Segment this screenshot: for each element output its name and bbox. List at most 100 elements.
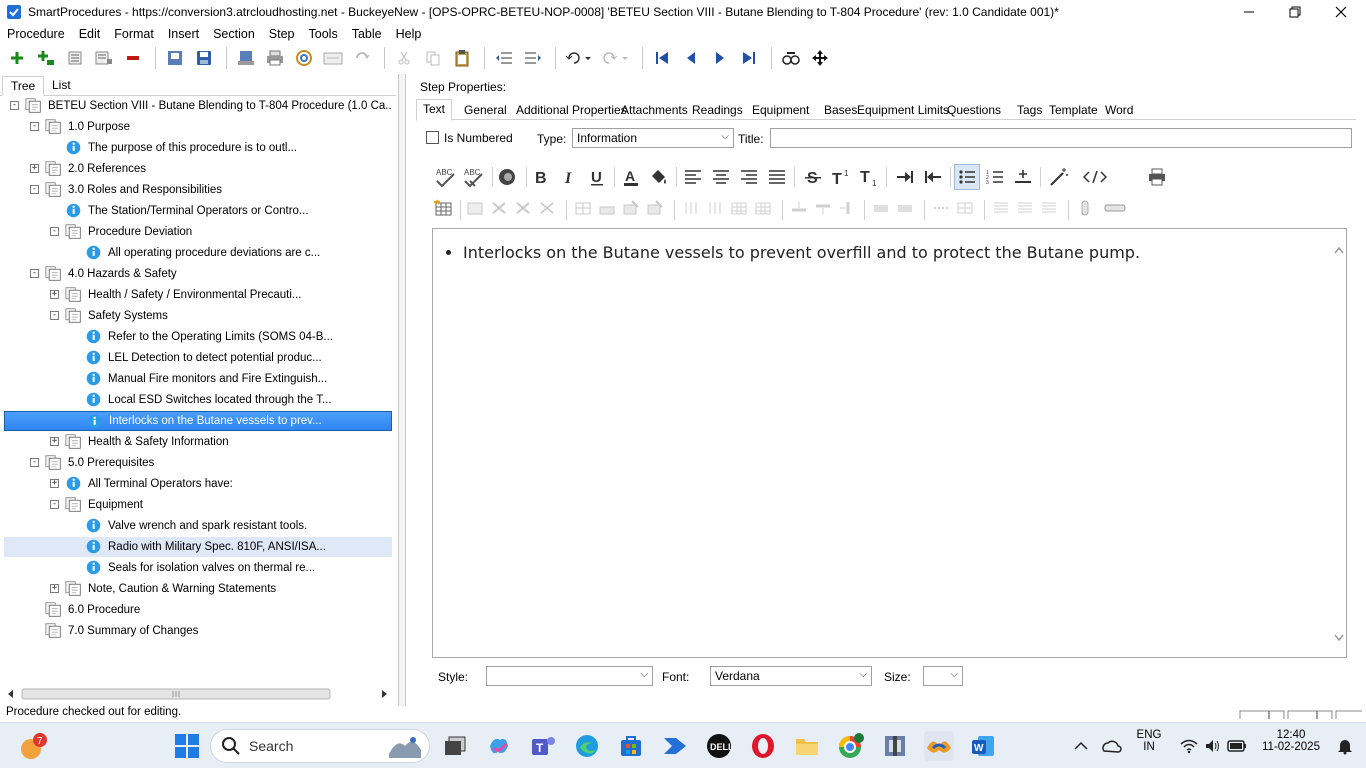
tree-horizontal-scrollbar[interactable] — [4, 686, 392, 702]
collapse-icon[interactable]: - — [50, 311, 59, 320]
store-button[interactable] — [616, 731, 646, 761]
tree-node[interactable]: - Procedure Deviation — [4, 222, 392, 242]
explorer-button[interactable] — [792, 731, 822, 761]
size-select[interactable]: ⌵ — [923, 666, 963, 686]
title-input[interactable] — [770, 128, 1352, 148]
tree-node[interactable]: - Equipment — [4, 495, 392, 515]
insert-table-button[interactable] — [432, 197, 454, 219]
editor-vertical-scrollbar[interactable] — [1332, 229, 1346, 657]
teams-button[interactable]: T — [528, 731, 558, 761]
strikethrough-button[interactable]: S — [800, 164, 826, 190]
tab-readings[interactable]: Readings — [686, 101, 749, 121]
tree-node[interactable]: + Health & Safety Information — [4, 432, 392, 452]
tree-node[interactable]: The Station/Terminal Operators or Contro… — [4, 201, 392, 221]
add-button[interactable] — [4, 46, 30, 70]
horizontal-line-button[interactable] — [1010, 164, 1036, 190]
delete-table-button[interactable] — [488, 197, 510, 219]
outdent-button[interactable] — [491, 46, 517, 70]
clear-format-button[interactable] — [1046, 164, 1072, 190]
tree-node[interactable]: - Safety Systems — [4, 306, 392, 326]
next-step-button[interactable] — [707, 46, 733, 70]
tree-node[interactable]: + Health / Safety / Environmental Precaut… — [4, 285, 392, 305]
underline-button[interactable]: U — [584, 164, 610, 190]
row-down-button[interactable] — [812, 197, 834, 219]
word-button[interactable]: W — [968, 731, 998, 761]
restore-button[interactable] — [1272, 0, 1318, 24]
tree-node[interactable]: Manual Fire monitors and Fire Extinguish… — [4, 369, 392, 389]
spellcheck-all-button[interactable]: ABC — [460, 164, 486, 190]
tree-node[interactable]: - 5.0 Prerequisites — [4, 453, 392, 473]
tree-node[interactable]: +2.0 References — [4, 159, 392, 179]
tab-equipment[interactable]: Equipment — [746, 101, 815, 121]
insert-row-below-button[interactable] — [752, 197, 774, 219]
menu-step[interactable]: Step — [262, 27, 302, 41]
table-border-button[interactable] — [930, 197, 952, 219]
type-select[interactable]: Information ⌵ — [572, 128, 734, 148]
dell-button[interactable]: DELL — [704, 731, 734, 761]
last-step-button[interactable] — [736, 46, 762, 70]
chrome-button[interactable] — [836, 731, 866, 761]
tree-node[interactable]: The purpose of this procedure is to outl… — [4, 138, 392, 158]
undo-button[interactable] — [562, 46, 596, 70]
collapse-icon[interactable]: - — [30, 185, 39, 194]
col-width-button[interactable] — [894, 197, 916, 219]
increase-indent-button[interactable] — [892, 164, 918, 190]
decrease-indent-button[interactable] — [920, 164, 946, 190]
tab-list[interactable]: List — [44, 76, 79, 96]
cut-button[interactable] — [391, 46, 417, 70]
battery-button[interactable] — [1222, 731, 1252, 761]
collapse-icon[interactable]: - — [10, 101, 19, 110]
justify-button[interactable] — [764, 164, 790, 190]
paste-button[interactable] — [449, 46, 475, 70]
print-preview-button[interactable] — [1144, 164, 1170, 190]
cell-props-button[interactable] — [620, 197, 642, 219]
smartprocedures-taskbar-button[interactable] — [924, 731, 954, 761]
start-button[interactable] — [172, 731, 202, 761]
cell-align-right-button[interactable] — [1038, 197, 1060, 219]
is-numbered-checkbox[interactable] — [426, 131, 439, 144]
compare-button[interactable] — [320, 46, 346, 70]
cell-align-left-button[interactable] — [990, 197, 1012, 219]
tab-text[interactable]: Text — [416, 99, 453, 121]
outline-alt-button[interactable] — [91, 46, 117, 70]
app-button[interactable] — [880, 731, 910, 761]
col-move-button[interactable] — [836, 197, 858, 219]
find-button[interactable] — [778, 46, 804, 70]
row-height-button[interactable] — [870, 197, 892, 219]
row-up-button[interactable] — [788, 197, 810, 219]
panel-splitter[interactable] — [398, 74, 406, 706]
tab-template[interactable]: Template — [1043, 101, 1104, 121]
print-button[interactable] — [262, 46, 288, 70]
numbered-list-button[interactable]: 123 — [982, 164, 1008, 190]
tab-questions[interactable]: Questions — [941, 101, 1007, 121]
collapse-icon[interactable]: - — [30, 458, 39, 467]
align-center-button[interactable] — [708, 164, 734, 190]
table-props-button[interactable] — [464, 197, 486, 219]
prev-step-button[interactable] — [678, 46, 704, 70]
cell-align-center-button[interactable] — [1014, 197, 1036, 219]
copy-button[interactable] — [420, 46, 446, 70]
tree-node[interactable]: + All Terminal Operators have: — [4, 474, 392, 494]
expand-icon[interactable]: + — [50, 584, 59, 593]
delete-row-button[interactable] — [512, 197, 534, 219]
sync-tray-button[interactable] — [1096, 731, 1126, 761]
clock[interactable]: 12:40 11-02-2025 — [1256, 729, 1326, 753]
step-text-editor[interactable]: Interlocks on the Butane vessels to prev… — [432, 228, 1347, 658]
tree-node[interactable]: Local ESD Switches located through the T… — [4, 390, 392, 410]
tree-node[interactable]: Valve wrench and spark resistant tools. — [4, 516, 392, 536]
align-right-button[interactable] — [736, 164, 762, 190]
tree-node[interactable]: - 4.0 Hazards & Safety — [4, 264, 392, 284]
menu-tools[interactable]: Tools — [302, 27, 345, 41]
spellcheck-button[interactable]: ABC — [432, 164, 458, 190]
link-button[interactable] — [291, 46, 317, 70]
tree-node[interactable]: Radio with Military Spec. 810F, ANSI/ISA… — [4, 537, 392, 557]
subscript-button[interactable]: T1 — [856, 164, 882, 190]
insert-field-button[interactable] — [1102, 197, 1128, 219]
insert-row-above-button[interactable] — [728, 197, 750, 219]
expand-icon[interactable]: + — [30, 164, 39, 173]
insert-col-right-button[interactable] — [704, 197, 726, 219]
collapse-icon[interactable]: - — [50, 500, 59, 509]
insert-col-left-button[interactable] — [680, 197, 702, 219]
notifications-button[interactable]: 7 — [18, 731, 48, 761]
collapse-icon[interactable]: - — [30, 269, 39, 278]
